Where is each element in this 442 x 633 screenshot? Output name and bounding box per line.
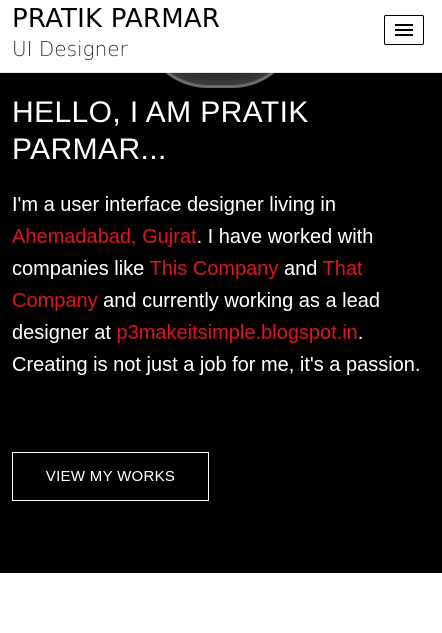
next-section (0, 573, 442, 633)
hero-bio: I'm a user interface designer living in … (12, 189, 430, 381)
hero-section: HELLO, I AM PRATIK PARMAR... I'm a user … (0, 0, 442, 573)
menu-toggle-button[interactable] (384, 15, 424, 45)
site-header: PRATIK PARMAR UI Designer (0, 0, 442, 73)
bio-text: and (278, 258, 323, 280)
hero-headline: HELLO, I AM PRATIK PARMAR... (12, 96, 309, 166)
hamburger-menu-icon (395, 34, 413, 36)
hamburger-menu-icon (395, 24, 413, 26)
site-subtitle: UI Designer (12, 37, 128, 61)
blog-link[interactable]: p3makeitsimple.blogspot.in (117, 322, 358, 344)
site-title[interactable]: PRATIK PARMAR (12, 3, 220, 35)
location-link[interactable]: Ahemadabad, Gujrat (12, 226, 197, 248)
page: HELLO, I AM PRATIK PARMAR... I'm a user … (0, 0, 442, 633)
company-link-this[interactable]: This Company (149, 258, 278, 280)
view-my-works-button[interactable]: VIEW MY WORKS (12, 452, 209, 501)
hamburger-menu-icon (395, 29, 413, 31)
bio-text: I'm a user interface designer living in (12, 194, 336, 216)
